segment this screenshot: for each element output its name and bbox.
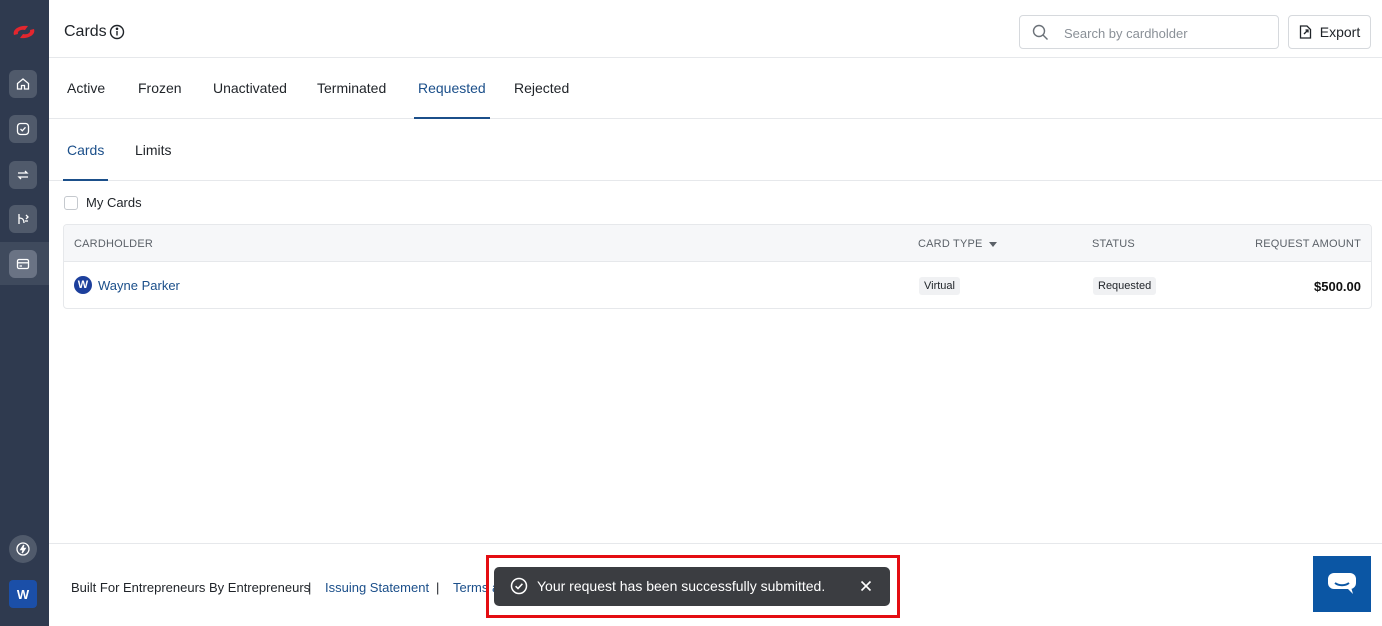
- brand-logo[interactable]: [10, 20, 38, 44]
- export-button-label: Export: [1319, 24, 1361, 40]
- check-circle-icon: [510, 577, 528, 595]
- sidebar-item-home[interactable]: [9, 70, 37, 98]
- view-tabs: Cards Limits: [49, 119, 1382, 181]
- status-badge: Requested: [1093, 277, 1157, 295]
- sidebar-item-tasks[interactable]: [9, 115, 37, 143]
- user-avatar[interactable]: W: [9, 580, 37, 608]
- request-amount: $500.00: [1314, 279, 1361, 294]
- my-cards-filter: My Cards: [64, 195, 142, 210]
- footer-separator: |: [308, 580, 312, 595]
- column-cardholder: CARDHOLDER: [74, 238, 154, 250]
- search-input[interactable]: [1064, 24, 1264, 42]
- chat-bubble-icon: [1328, 573, 1356, 594]
- tab-rejected[interactable]: Rejected: [510, 58, 573, 118]
- card-icon: [16, 258, 30, 270]
- success-toast: Your request has been successfully submi…: [494, 567, 890, 606]
- subtab-cards[interactable]: Cards: [63, 119, 109, 181]
- table-row[interactable]: W Wayne Parker Virtual Requested $500.00: [64, 262, 1371, 308]
- sidebar-item-cards[interactable]: [9, 250, 37, 278]
- routing-icon: [18, 214, 29, 224]
- home-icon: [16, 78, 30, 90]
- column-card-type-label: CARD TYPE: [918, 238, 983, 250]
- bolt-icon: [16, 542, 30, 556]
- close-icon[interactable]: [858, 578, 874, 594]
- tab-active[interactable]: Active: [63, 58, 109, 118]
- footer-separator: |: [436, 580, 440, 595]
- column-card-type[interactable]: CARD TYPE: [918, 238, 997, 250]
- sidebar-item-quick-actions[interactable]: [9, 535, 37, 563]
- toast-message: Your request has been successfully submi…: [537, 578, 826, 594]
- subtab-limits[interactable]: Limits: [131, 119, 176, 180]
- info-icon[interactable]: [109, 24, 125, 40]
- my-cards-label: My Cards: [86, 195, 142, 210]
- tab-terminated[interactable]: Terminated: [313, 58, 390, 118]
- chat-widget-button[interactable]: [1313, 556, 1371, 612]
- export-button[interactable]: Export: [1288, 15, 1371, 49]
- sort-caret-icon: [988, 241, 997, 247]
- tab-requested[interactable]: Requested: [414, 58, 490, 119]
- app-root: W Cards Export Active Frozen Unactivated…: [0, 0, 1382, 626]
- cardholder-avatar: W: [74, 276, 92, 294]
- search-icon: [1032, 24, 1048, 40]
- column-request-amount: REQUEST AMOUNT: [1255, 238, 1361, 250]
- sidebar-item-transfers[interactable]: [9, 161, 37, 189]
- status-tabs: Active Frozen Unactivated Terminated Req…: [49, 58, 1382, 119]
- footer-tagline: Built For Entrepreneurs By Entrepreneurs: [71, 580, 311, 595]
- cardholder-cell[interactable]: W Wayne Parker: [74, 276, 180, 294]
- check-circle-icon: [16, 122, 30, 136]
- page-title: Cards: [64, 23, 107, 40]
- export-file-icon: [1299, 25, 1311, 39]
- sidebar: W: [0, 0, 49, 626]
- footer-link-issuing-statement[interactable]: Issuing Statement: [325, 580, 429, 595]
- sidebar-item-payments[interactable]: [9, 205, 37, 233]
- search-box: [1019, 15, 1279, 49]
- page-header: Cards Export: [49, 0, 1382, 58]
- requests-table: CARDHOLDER CARD TYPE STATUS REQUEST AMOU…: [63, 224, 1372, 309]
- tab-frozen[interactable]: Frozen: [134, 58, 186, 118]
- card-type-badge: Virtual: [919, 277, 960, 295]
- table-header: CARDHOLDER CARD TYPE STATUS REQUEST AMOU…: [64, 225, 1371, 262]
- transfer-icon: [17, 170, 29, 180]
- column-status: STATUS: [1092, 238, 1135, 250]
- cardholder-name[interactable]: Wayne Parker: [98, 278, 180, 293]
- tab-unactivated[interactable]: Unactivated: [209, 58, 291, 118]
- my-cards-checkbox[interactable]: [64, 195, 78, 210]
